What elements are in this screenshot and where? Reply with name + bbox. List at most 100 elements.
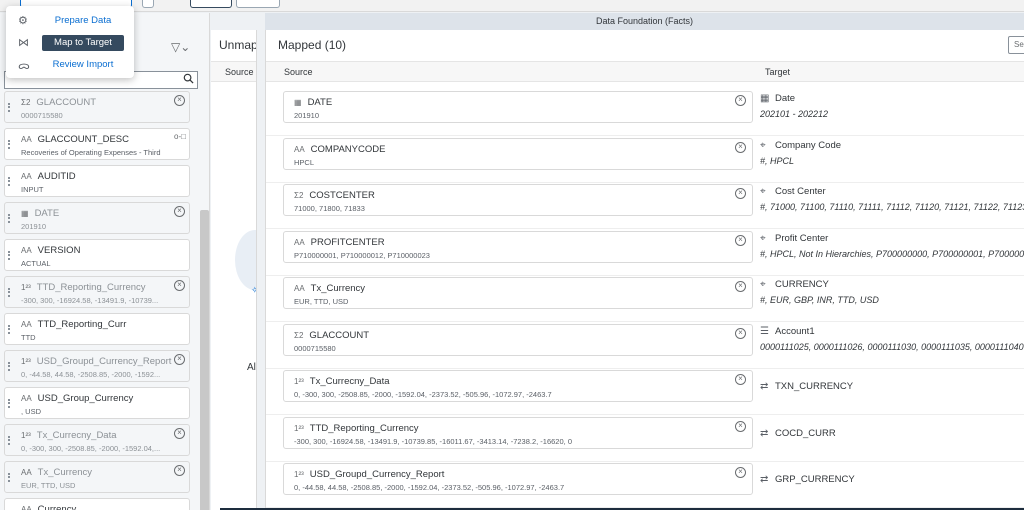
drag-handle[interactable] — [8, 399, 10, 408]
target-dimension[interactable]: ⇄ COCD_CURR — [760, 418, 1024, 458]
menu-item-review-import[interactable]: ᯅ Review Import — [6, 56, 134, 74]
remove-icon[interactable]: × — [735, 234, 746, 246]
drag-handle[interactable] — [8, 325, 10, 334]
target-dimension[interactable]: ☰ Account1 0000111025, 0000111026, 0000111… — [760, 325, 1024, 365]
remove-icon[interactable]: × — [174, 206, 185, 217]
source-field-card[interactable]: AA PROFITCENTER P710000001, P710000012, P7… — [283, 230, 753, 263]
source-field-card[interactable]: 1²³ USD_Groupd_Currency_Report 0, -44.58, … — [283, 463, 753, 495]
target-name: Date — [775, 93, 796, 104]
drag-handle[interactable] — [8, 140, 10, 149]
drag-handle[interactable] — [8, 288, 10, 297]
remove-icon[interactable]: × — [735, 327, 746, 339]
source-field-card[interactable]: AA Currency — [4, 498, 190, 510]
toolbar-button-3[interactable] — [190, 0, 232, 8]
source-field-card[interactable]: Σ2 GLACCOUNT 0000715580 × — [4, 91, 190, 123]
target-dimension[interactable]: ⌖ Cost Center #, 71000, 71100, 71110, 7111… — [760, 185, 1024, 225]
toolbar-button-4[interactable] — [236, 0, 280, 8]
field-type-icon: 1²³ — [21, 283, 31, 292]
remove-icon[interactable]: × — [735, 95, 746, 106]
target-dimension[interactable]: ⌖ Company Code #, HPCL — [760, 139, 1024, 179]
target-dimension[interactable]: ⌖ Profit Center #, HPCL, Not In Hierarchie… — [760, 232, 1024, 272]
field-name: Currency — [37, 504, 77, 510]
remove-icon[interactable]: × — [735, 281, 746, 292]
dimension-icon: ☰ — [760, 325, 769, 337]
source-field-card[interactable]: AA Tx_Currency EUR, TTD, USD × — [4, 461, 190, 493]
remove-icon[interactable]: × — [174, 95, 185, 106]
source-field-card[interactable]: ▦ DATE 201910 × — [4, 202, 190, 234]
remove-icon[interactable]: × — [735, 374, 746, 385]
menu-item-label: Prepare Data — [54, 15, 112, 26]
remove-icon[interactable]: × — [174, 428, 185, 439]
mapping-row: AA PROFITCENTER P710000001, P710000012, P7… — [266, 230, 1024, 276]
key-icon[interactable]: o-□ — [174, 132, 186, 141]
field-type-icon: 1²³ — [294, 470, 304, 479]
empty-state-text: Al — [247, 362, 256, 373]
target-dimension[interactable]: ⌖ CURRENCY #, EUR, GBP, INR, TTD, USD — [760, 278, 1024, 318]
target-dimension[interactable]: ▦ Date 202101 - 202212 — [760, 92, 1024, 132]
source-field-card[interactable]: AA TTD_Reporting_Curr TTD — [4, 313, 190, 345]
field-title: Σ2 COSTCENTER — [294, 190, 375, 201]
target-name: Account1 — [775, 325, 815, 337]
remove-icon[interactable]: × — [735, 467, 746, 478]
source-field-card[interactable]: ▦ DATE 201910 × — [283, 91, 753, 123]
toolbar-button-2[interactable] — [142, 0, 154, 8]
field-title: Σ2 GLACCOUNT — [294, 330, 369, 341]
drag-handle[interactable] — [8, 177, 10, 186]
remove-icon[interactable]: × — [174, 354, 185, 365]
target-dimension[interactable]: ⇄ GRP_CURRENCY — [760, 464, 1024, 504]
source-field-card[interactable]: 1²³ TTD_Reporting_Currency -300, 300, -169… — [283, 416, 753, 449]
unmapped-title: Unmapped — [219, 38, 256, 52]
source-field-card[interactable]: 1²³ USD_Groupd_Currency_Report 0, -44.58, … — [4, 350, 190, 382]
menu-item-map-to-target[interactable]: ⋈ Map to Target — [6, 34, 134, 52]
field-values: INPUT — [21, 185, 44, 194]
drag-handle[interactable] — [8, 251, 10, 260]
search-icon[interactable] — [183, 73, 194, 84]
field-values: 201910 — [294, 111, 320, 120]
field-name: TTD_Reporting_Curr — [37, 319, 127, 330]
field-values: P710000001, P710000012, P710000023 — [294, 250, 430, 260]
scrollbar[interactable] — [200, 210, 209, 510]
drag-handle[interactable] — [8, 103, 10, 112]
drag-handle[interactable] — [8, 473, 10, 482]
field-values: 0, -44.58, 44.58, -2508.85, -2000, -1592… — [294, 483, 565, 492]
mapped-search-input[interactable]: Search — [1008, 36, 1024, 54]
source-field-card[interactable]: AA GLACCOUNT_DESC Recoveries of Operating … — [4, 128, 190, 160]
source-field-card[interactable]: 1²³ Tx_Currecny_Data 0, -300, 300, -2508.8… — [4, 424, 190, 456]
field-type-icon: ▦ — [21, 209, 29, 218]
mapping-row: 1²³ USD_Groupd_Currency_Report 0, -44.58, … — [266, 462, 1024, 508]
remove-icon[interactable]: × — [735, 188, 746, 199]
drag-handle[interactable] — [8, 362, 10, 371]
source-field-card[interactable]: Σ2 COSTCENTER 71000, 71800, 71833 × — [283, 184, 753, 216]
field-type-icon: Σ2 — [294, 191, 304, 200]
target-values: #, 71000, 71100, 71110, 71111, 71112, 71… — [760, 202, 1024, 212]
target-dimension[interactable]: ⇄ TXN_CURRENCY — [760, 371, 1024, 411]
field-values: -300, 300, -16924.58, -13491.9, -10739..… — [21, 296, 159, 305]
field-title: AA VERSION — [21, 245, 80, 256]
field-name: Tx_Currecny_Data — [36, 430, 117, 441]
drag-handle[interactable] — [8, 214, 10, 223]
source-field-card[interactable]: 1²³ TTD_Reporting_Currency -300, 300, -169… — [4, 276, 190, 308]
field-type-icon: AA — [21, 172, 32, 181]
remove-icon[interactable]: × — [174, 465, 185, 476]
menu-item-prepare-data[interactable]: ⚙ Prepare Data — [6, 12, 134, 30]
source-field-card[interactable]: 1²³ Tx_Currecny_Data 0, -300, 300, -2508.8… — [283, 370, 753, 402]
source-field-card[interactable]: AA Tx_Currency EUR, TTD, USD × — [283, 277, 753, 309]
source-field-card[interactable]: AA VERSION ACTUAL — [4, 239, 190, 271]
source-field-card[interactable]: Σ2 GLACCOUNT 0000715580 × — [283, 323, 753, 356]
field-title: ▦ DATE — [21, 208, 59, 219]
source-field-card[interactable]: AA AUDITID INPUT — [4, 165, 190, 197]
source-field-card[interactable]: AA COMPANYCODE HPCL × — [283, 137, 753, 170]
remove-icon[interactable]: × — [174, 280, 185, 291]
drag-handle[interactable] — [8, 436, 10, 445]
source-field-card[interactable]: AA USD_Group_Currency , USD — [4, 387, 190, 419]
field-type-icon: AA — [21, 135, 32, 144]
field-title: AA Tx_Currency — [294, 283, 365, 294]
remove-icon[interactable]: × — [735, 420, 746, 432]
filter-icon[interactable]: ▽⌄ — [171, 40, 190, 54]
target-column-header: Target — [765, 67, 791, 77]
field-title: ▦ DATE — [294, 97, 332, 108]
field-title: AA Tx_Currency — [21, 467, 92, 478]
field-title: Σ2 GLACCOUNT — [21, 97, 96, 108]
field-type-icon: ▦ — [294, 98, 302, 107]
remove-icon[interactable]: × — [735, 141, 746, 153]
